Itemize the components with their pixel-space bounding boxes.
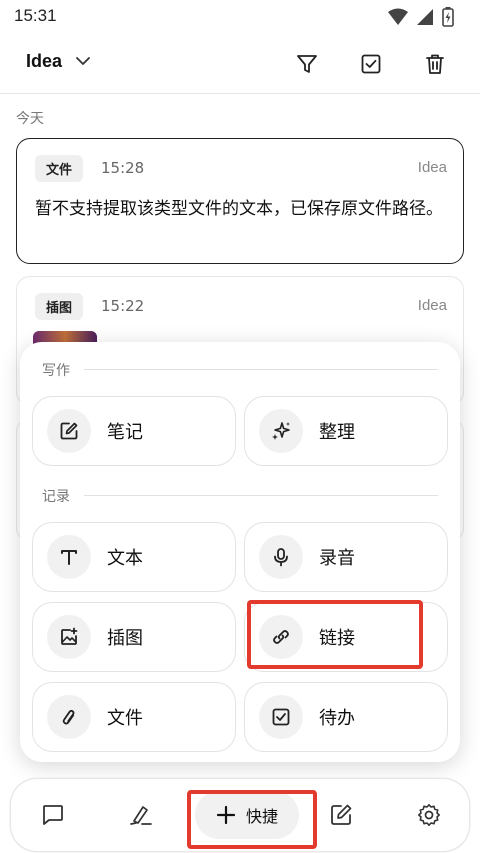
note-text: 暂不支持提取该类型文件的文本，已保存原文件路径。: [35, 199, 443, 219]
nav-draw-button[interactable]: [127, 801, 155, 829]
note-type-tag: 文件: [35, 155, 84, 182]
quick-record-button[interactable]: 录音: [244, 522, 448, 592]
group-label-write: 写作: [42, 363, 70, 379]
filter-button[interactable]: [293, 50, 321, 78]
quick-create-panel: 写作 笔记 整理 记录 文本 录音 插图 链接 文件 待办: [20, 342, 460, 762]
quick-note-button[interactable]: 笔记: [32, 396, 236, 466]
note-source: Idea: [417, 297, 447, 314]
quick-organize-button[interactable]: 整理: [244, 396, 448, 466]
checkbox-icon: [361, 54, 381, 74]
highlight-box: [187, 790, 317, 849]
checkbox-icon: [259, 695, 303, 739]
quick-todo-button[interactable]: 待办: [244, 682, 448, 752]
quick-todo-label: 待办: [319, 708, 355, 729]
highlighter-icon: [130, 806, 152, 825]
quick-image-label: 插图: [107, 628, 143, 649]
quick-record-label: 录音: [319, 548, 355, 569]
divider: [84, 495, 438, 496]
nav-edit-button[interactable]: [327, 801, 355, 829]
quick-text-button[interactable]: 文本: [32, 522, 236, 592]
edit-note-icon: [47, 409, 91, 453]
image-add-icon: [47, 615, 91, 659]
group-label-record: 记录: [42, 489, 70, 505]
notebook-selector[interactable]: Idea: [26, 51, 90, 72]
text-icon: [47, 535, 91, 579]
trash-icon: [426, 54, 444, 74]
date-section-label: 今天: [16, 111, 44, 127]
wifi-icon: [388, 8, 408, 25]
note-type-tag: 插图: [35, 293, 84, 320]
signal-icon: [417, 9, 433, 25]
select-button[interactable]: [357, 50, 385, 78]
delete-button[interactable]: [421, 50, 449, 78]
note-source: Idea: [417, 159, 447, 176]
nav-settings-button[interactable]: [415, 801, 443, 829]
quick-organize-label: 整理: [319, 422, 355, 443]
paperclip-icon: [47, 695, 91, 739]
battery-icon: [442, 7, 454, 27]
divider: [84, 369, 438, 370]
note-card[interactable]: 文件 15:28 Idea 暂不支持提取该类型文件的文本，已保存原文件路径。: [16, 138, 464, 264]
note-time: 15:22: [101, 297, 145, 315]
quick-file-label: 文件: [107, 708, 143, 729]
top-app-bar: Idea: [0, 34, 480, 94]
sparkle-icon: [259, 409, 303, 453]
status-time: 15:31: [14, 6, 57, 25]
note-time: 15:28: [101, 159, 145, 177]
status-icons: [388, 7, 454, 27]
quick-image-button[interactable]: 插图: [32, 602, 236, 672]
chat-icon: [43, 805, 63, 825]
highlight-box: [247, 600, 423, 669]
quick-file-button[interactable]: 文件: [32, 682, 236, 752]
edit-icon: [331, 804, 352, 825]
nav-chat-button[interactable]: [39, 801, 67, 829]
chevron-down-icon: [76, 57, 90, 65]
gear-icon: [418, 804, 440, 826]
quick-note-label: 笔记: [107, 422, 143, 443]
status-bar: 15:31: [0, 0, 480, 34]
mic-icon: [259, 535, 303, 579]
notebook-title: Idea: [26, 51, 63, 71]
quick-text-label: 文本: [107, 548, 143, 569]
filter-icon: [297, 55, 317, 73]
